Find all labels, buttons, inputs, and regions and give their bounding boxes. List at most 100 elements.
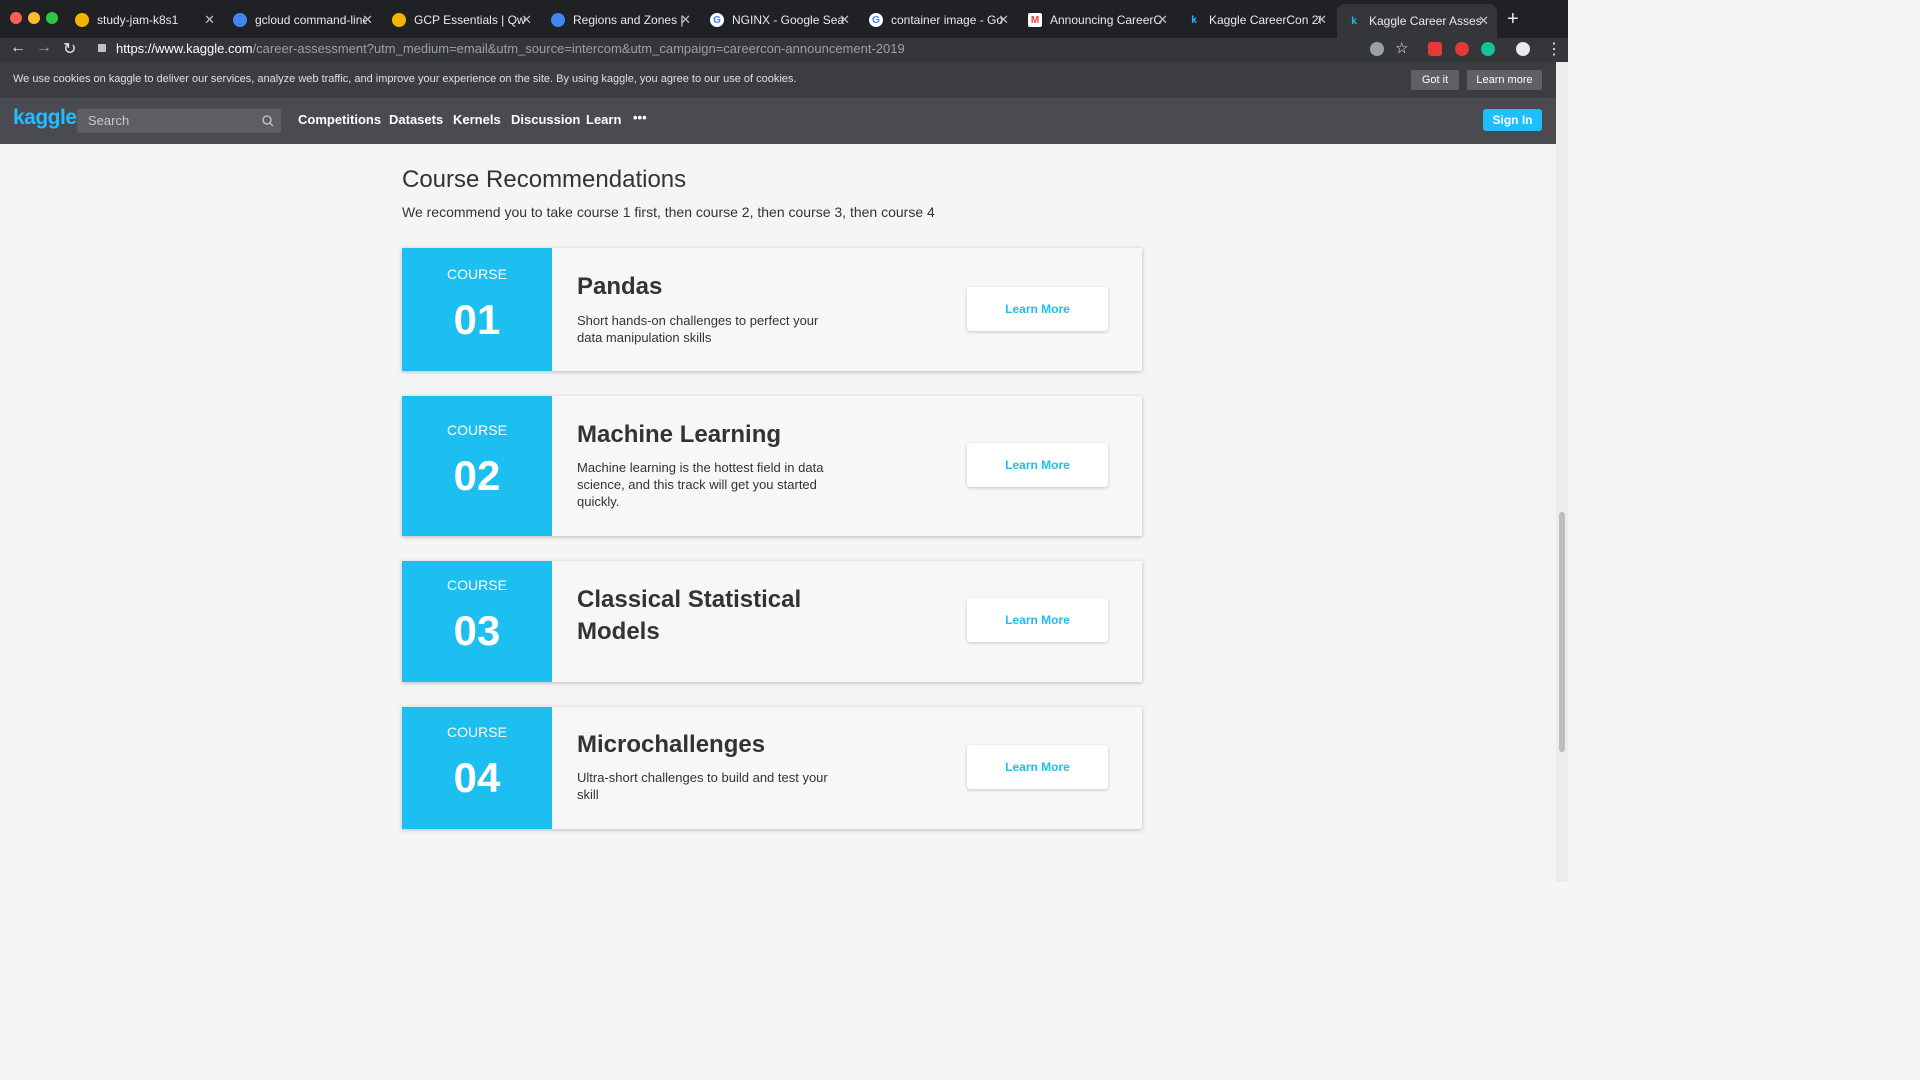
course-card: COURSE 01 Pandas Short hands-on challeng… bbox=[402, 248, 1142, 371]
close-tab-icon[interactable]: ✕ bbox=[998, 12, 1009, 28]
learn-more-button[interactable]: Learn More bbox=[967, 287, 1108, 331]
tab-title: Regions and Zones | C bbox=[573, 13, 685, 27]
course-number-block: COURSE 04 bbox=[402, 707, 552, 829]
sign-in-button[interactable]: Sign In bbox=[1483, 109, 1542, 131]
course-description: Ultra-short challenges to build and test… bbox=[577, 770, 828, 802]
google-g-icon: G bbox=[710, 13, 724, 27]
nav-datasets[interactable]: Datasets bbox=[389, 112, 443, 127]
tab-title: study-jam-k8s1 bbox=[97, 13, 179, 27]
course-number-block: COURSE 01 bbox=[402, 248, 552, 371]
new-tab-icon[interactable]: + bbox=[1507, 8, 1519, 31]
course-number: 03 bbox=[453, 607, 501, 654]
nav-kernels[interactable]: Kernels bbox=[453, 112, 501, 127]
url-text: https://www.kaggle.com/career-assessment… bbox=[116, 38, 905, 60]
profile-avatar[interactable] bbox=[1516, 42, 1530, 56]
course-description: Machine learning is the hottest field in… bbox=[577, 460, 824, 509]
browser-toolbar: ← → ↻ https://www.kaggle.com/career-asse… bbox=[0, 38, 1568, 62]
nav-competitions[interactable]: Competitions bbox=[298, 112, 381, 127]
page-subtitle: We recommend you to take course 1 first,… bbox=[402, 204, 935, 220]
nav-discussion[interactable]: Discussion bbox=[511, 112, 580, 127]
close-tab-icon[interactable]: ✕ bbox=[839, 12, 850, 28]
extension-icon[interactable] bbox=[1428, 42, 1442, 56]
course-label: COURSE bbox=[447, 266, 507, 282]
close-tab-icon[interactable]: ✕ bbox=[1478, 13, 1489, 29]
browser-tab[interactable]: GCP Essentials | Qwikl ✕ bbox=[382, 6, 540, 34]
browser-tab[interactable]: G container image - Goog ✕ bbox=[859, 6, 1017, 34]
browser-tab[interactable]: Regions and Zones | C ✕ bbox=[541, 6, 699, 34]
cookie-message: We use cookies on kaggle to deliver our … bbox=[13, 73, 797, 85]
back-arrow-icon[interactable]: ← bbox=[10, 39, 26, 57]
tab-favicon-icon bbox=[75, 13, 89, 27]
minimize-window-button[interactable] bbox=[28, 12, 40, 24]
more-menu-icon[interactable]: ••• bbox=[633, 110, 647, 125]
forward-arrow-icon[interactable]: → bbox=[36, 39, 52, 57]
url-host: https://www.kaggle.com bbox=[116, 41, 253, 56]
nav-learn[interactable]: Learn bbox=[586, 112, 621, 127]
browser-tab[interactable]: study-jam-k8s1 ✕ bbox=[65, 6, 223, 34]
course-name: Classical Statistical Models bbox=[577, 586, 802, 645]
course-number: 04 bbox=[453, 754, 501, 801]
grammarly-icon[interactable] bbox=[1481, 42, 1495, 56]
search-input[interactable]: Search bbox=[77, 109, 281, 133]
tab-title: GCP Essentials | Qwikl bbox=[414, 13, 526, 27]
close-tab-icon[interactable]: ✕ bbox=[1157, 12, 1168, 28]
course-card: COURSE 04 Microchallenges Ultra-short ch… bbox=[402, 707, 1142, 829]
tab-favicon-icon bbox=[233, 13, 247, 27]
course-number-block: COURSE 03 bbox=[402, 561, 552, 682]
cookie-banner: We use cookies on kaggle to deliver our … bbox=[0, 62, 1556, 99]
course-label: COURSE bbox=[447, 422, 507, 438]
bookmark-star-icon[interactable]: ☆ bbox=[1395, 39, 1408, 57]
cookie-got-it-button[interactable]: Got it bbox=[1411, 70, 1459, 90]
kaggle-logo[interactable]: kaggle bbox=[13, 106, 77, 130]
course-name: Pandas bbox=[577, 273, 663, 300]
url-path: /career-assessment?utm_medium=email&utm_… bbox=[252, 41, 905, 56]
browser-tab[interactable]: k Kaggle CareerCon 2019 ✕ bbox=[1177, 6, 1335, 34]
extension-icon[interactable] bbox=[1455, 42, 1469, 56]
close-tab-icon[interactable]: ✕ bbox=[1316, 12, 1327, 28]
extension-icon[interactable] bbox=[1370, 42, 1384, 56]
course-card: COURSE 02 Machine Learning Machine learn… bbox=[402, 396, 1142, 536]
page-scrollbar[interactable] bbox=[1556, 62, 1568, 882]
cookie-learn-more-button[interactable]: Learn more bbox=[1467, 70, 1542, 90]
close-tab-icon[interactable]: ✕ bbox=[204, 12, 215, 28]
browser-tab-active[interactable]: k Kaggle Career Assessm ✕ bbox=[1337, 4, 1497, 38]
search-placeholder: Search bbox=[88, 113, 130, 128]
tab-title: Announcing CareerCon bbox=[1050, 13, 1162, 27]
learn-more-button[interactable]: Learn More bbox=[967, 443, 1108, 487]
course-name: Machine Learning bbox=[577, 421, 782, 448]
kaggle-k-icon: k bbox=[1351, 15, 1357, 27]
tab-favicon-icon bbox=[392, 13, 406, 27]
course-label: COURSE bbox=[447, 577, 507, 593]
close-tab-icon[interactable]: ✕ bbox=[521, 12, 532, 28]
learn-more-button[interactable]: Learn More bbox=[967, 598, 1108, 642]
tab-title: NGINX - Google Search bbox=[732, 13, 844, 27]
close-window-button[interactable] bbox=[10, 12, 22, 24]
zoom-window-button[interactable] bbox=[46, 12, 58, 24]
tab-title: container image - Goog bbox=[891, 13, 1003, 27]
scrollbar-thumb[interactable] bbox=[1559, 512, 1565, 752]
course-number-block: COURSE 02 bbox=[402, 396, 552, 536]
course-number: 02 bbox=[453, 452, 501, 499]
close-tab-icon[interactable]: ✕ bbox=[680, 12, 691, 28]
close-tab-icon[interactable]: ✕ bbox=[362, 12, 373, 28]
tab-favicon-icon bbox=[551, 13, 565, 27]
tab-title: Kaggle Career Assessm bbox=[1369, 14, 1481, 28]
browser-tab[interactable]: gcloud command-line t ✕ bbox=[223, 6, 381, 34]
site-header: kaggle Search Competitions Datasets Kern… bbox=[0, 98, 1556, 144]
browser-tab[interactable]: M Announcing CareerCon ✕ bbox=[1018, 6, 1176, 34]
page-title: Course Recommendations bbox=[402, 166, 687, 193]
course-description: Short hands-on challenges to perfect you… bbox=[577, 313, 819, 345]
google-g-icon: G bbox=[869, 13, 883, 27]
address-bar[interactable]: https://www.kaggle.com/career-assessment… bbox=[90, 38, 1360, 62]
course-card: COURSE 03 Classical Statistical Models L… bbox=[402, 561, 1142, 682]
learn-more-button[interactable]: Learn More bbox=[967, 745, 1108, 789]
kaggle-k-icon: k bbox=[1191, 14, 1197, 26]
tab-title: gcloud command-line t bbox=[255, 13, 367, 27]
search-icon[interactable] bbox=[255, 109, 281, 133]
browser-tab[interactable]: G NGINX - Google Search ✕ bbox=[700, 6, 858, 34]
course-label: COURSE bbox=[447, 724, 507, 740]
browser-tab-bar: study-jam-k8s1 ✕ gcloud command-line t ✕… bbox=[0, 0, 1568, 38]
gmail-icon: M bbox=[1028, 13, 1042, 27]
menu-kebab-icon[interactable]: ⋮ bbox=[1546, 39, 1562, 59]
reload-icon[interactable]: ↻ bbox=[63, 39, 76, 59]
